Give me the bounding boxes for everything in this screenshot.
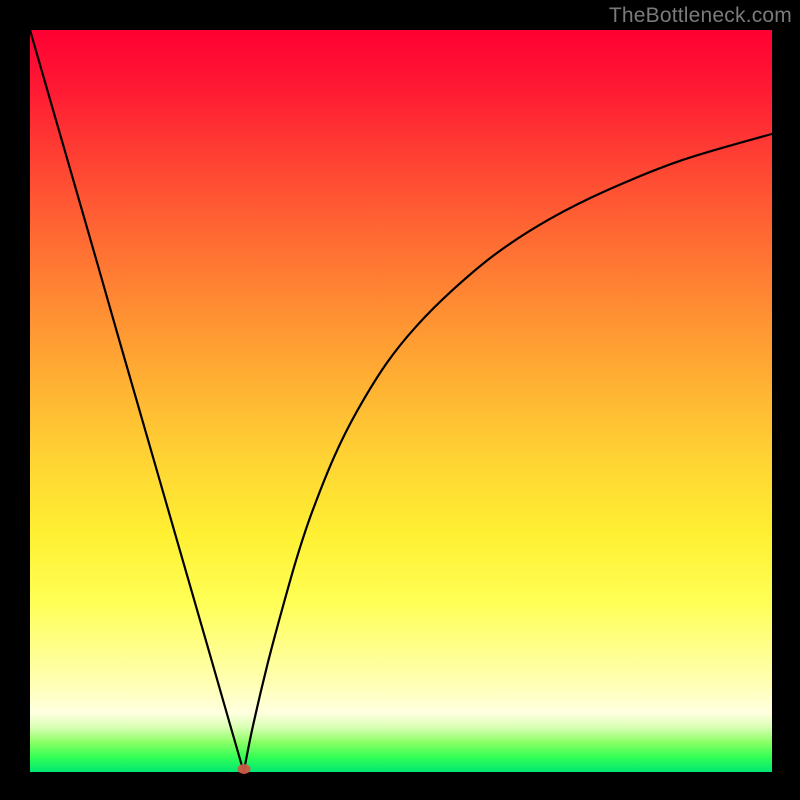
bottleneck-curve bbox=[30, 30, 772, 772]
plot-area bbox=[30, 30, 772, 772]
minimum-marker bbox=[237, 764, 250, 774]
chart-frame: TheBottleneck.com bbox=[0, 0, 800, 800]
watermark-text: TheBottleneck.com bbox=[609, 4, 792, 28]
